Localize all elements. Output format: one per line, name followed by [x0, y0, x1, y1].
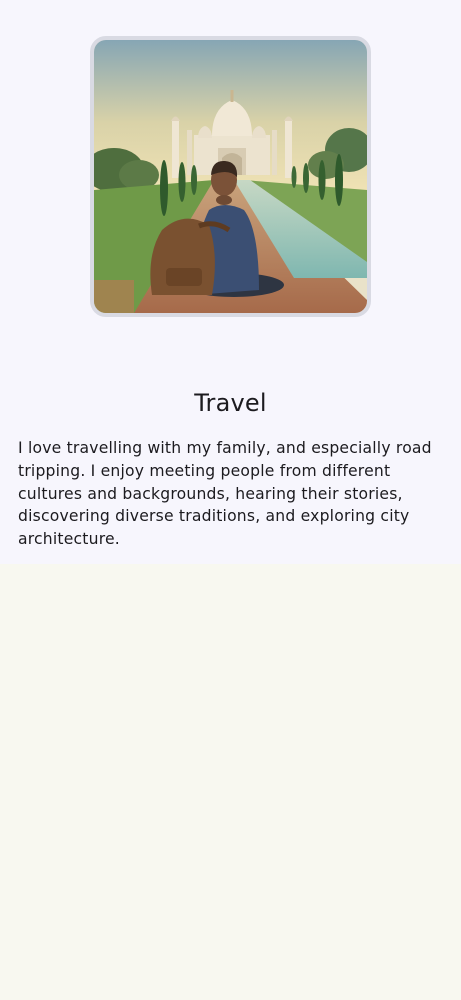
empty-area: [0, 564, 461, 1000]
section-title: Travel: [194, 389, 267, 417]
travel-photo: [90, 36, 371, 317]
taj-mahal-illustration: [94, 40, 367, 313]
travel-card: Travel I love travelling with my family,…: [0, 0, 461, 564]
section-description: I love travelling with my family, and es…: [18, 439, 432, 549]
